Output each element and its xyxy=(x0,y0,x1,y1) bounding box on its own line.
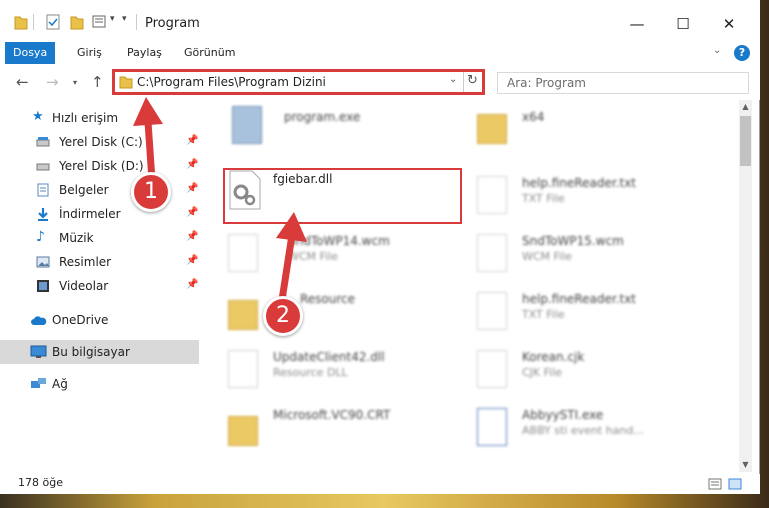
arrow-1 xyxy=(133,97,163,181)
step-1-badge: 1 xyxy=(131,172,171,212)
annotation-arrows xyxy=(133,97,307,301)
step-2-badge: 2 xyxy=(263,296,303,336)
arrow-2 xyxy=(276,212,307,301)
